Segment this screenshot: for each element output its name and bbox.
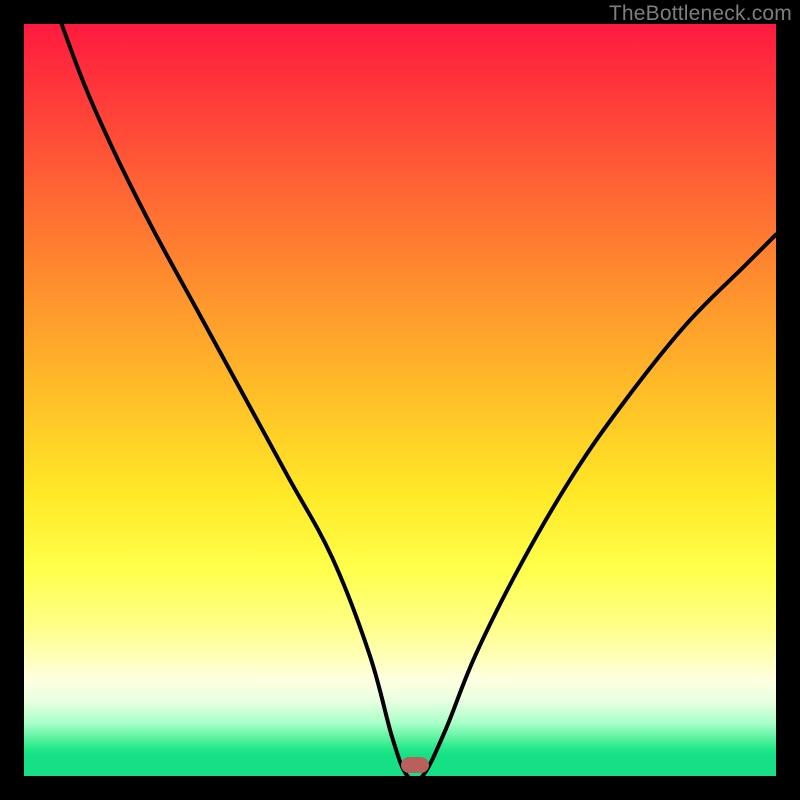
optimal-marker [401, 757, 429, 773]
bottleneck-curve [24, 24, 776, 776]
chart-frame: TheBottleneck.com [0, 0, 800, 800]
watermark-text: TheBottleneck.com [609, 2, 792, 26]
plot-area [24, 24, 776, 776]
